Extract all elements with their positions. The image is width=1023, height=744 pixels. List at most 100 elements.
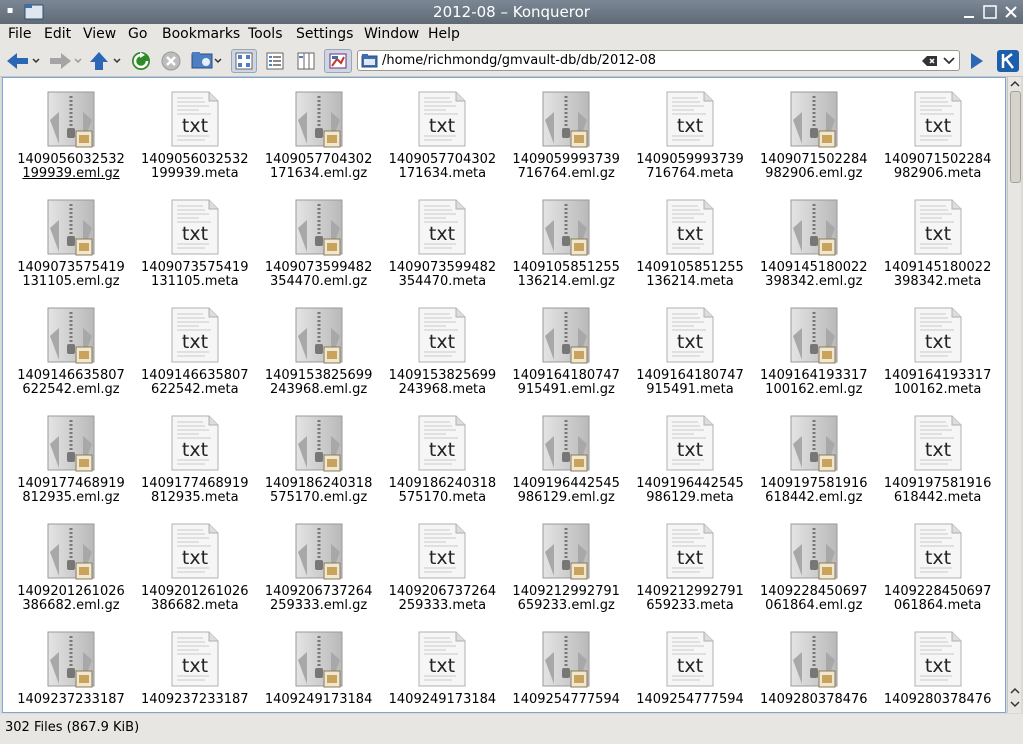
menu-bookmarks[interactable]: Bookmarks [162, 26, 240, 42]
menu-help[interactable]: Help [428, 26, 460, 42]
file-item[interactable]: 1409201261026 386682.eml.gz [10, 522, 132, 613]
archive-file-icon [47, 91, 95, 148]
file-item[interactable]: txt 1409057704302 171634.meta [381, 90, 503, 181]
icon-view-button[interactable] [231, 49, 257, 73]
file-name-line1: 1409073599482 [264, 260, 373, 275]
close-icon[interactable] [1002, 3, 1020, 21]
file-item[interactable]: txt 1409059993739 716764.meta [629, 90, 751, 181]
file-item[interactable]: 1409105851255 136214.eml.gz [505, 198, 627, 289]
file-item[interactable]: txt 1409164180747 915491.meta [629, 306, 751, 397]
file-name-line2: 622542.meta [151, 382, 239, 397]
menu-file[interactable]: File [8, 26, 31, 42]
go-button[interactable] [966, 49, 988, 73]
file-name: 1409073599482 354470.eml.gz [258, 261, 380, 289]
archive-file-icon [790, 631, 838, 688]
file-item[interactable]: txt 1409073599482 354470.meta [381, 198, 503, 289]
file-item[interactable]: 1409073599482 354470.eml.gz [258, 198, 380, 289]
file-item[interactable]: 1409280378476 [753, 630, 875, 707]
file-item[interactable]: txt 1409145180022 398342.meta [877, 198, 999, 289]
file-item[interactable]: txt 1409146635807 622542.meta [134, 306, 256, 397]
file-name: 1409196442545 986129.meta [629, 477, 751, 505]
menu-tools[interactable]: Tools [248, 26, 283, 42]
location-path[interactable]: /home/richmondg/gmvault-db/db/2012-08 [382, 53, 656, 68]
details-view-button[interactable] [262, 49, 288, 73]
file-name-line2: 171634.eml.gz [269, 166, 368, 181]
location-bar[interactable]: /home/richmondg/gmvault-db/db/2012-08 [357, 50, 960, 71]
file-name: 1409254777594 [505, 693, 627, 707]
columns-view-button[interactable] [293, 49, 319, 73]
menu-edit[interactable]: Edit [44, 26, 71, 42]
file-item[interactable]: 1409057704302 171634.eml.gz [258, 90, 380, 181]
file-item[interactable]: 1409153825699 243968.eml.gz [258, 306, 380, 397]
reload-button[interactable] [130, 49, 152, 73]
file-item[interactable]: 1409073575419 131105.eml.gz [10, 198, 132, 289]
file-item[interactable]: txt 1409237233187 [134, 630, 256, 707]
file-item[interactable]: txt 1409196442545 986129.meta [629, 414, 751, 505]
archive-file-icon [295, 415, 343, 472]
archive-file-icon [542, 523, 590, 580]
clear-text-icon[interactable] [922, 55, 938, 67]
file-item[interactable]: txt 1409073575419 131105.meta [134, 198, 256, 289]
file-item[interactable]: 1409254777594 [505, 630, 627, 707]
text-file-icon: txt [914, 91, 962, 147]
scrollbar-thumb[interactable] [1010, 91, 1021, 183]
forward-button[interactable] [46, 49, 84, 73]
file-item[interactable]: txt 1409206737264 259333.meta [381, 522, 503, 613]
file-name-line2: 915491.meta [646, 382, 734, 397]
file-name: 1409228450697 061864.eml.gz [753, 585, 875, 613]
file-item[interactable]: 1409164180747 915491.eml.gz [505, 306, 627, 397]
file-item[interactable]: 1409146635807 622542.eml.gz [10, 306, 132, 397]
file-item[interactable]: 1409249173184 [258, 630, 380, 707]
file-name-line1: 1409073575419 [141, 260, 249, 275]
preview-button[interactable] [324, 49, 352, 73]
file-item[interactable]: 1409196442545 986129.eml.gz [505, 414, 627, 505]
file-item[interactable]: 1409228450697 061864.eml.gz [753, 522, 875, 613]
file-item[interactable]: txt 1409164193317 100162.meta [877, 306, 999, 397]
file-name: 1409073575419 131105.eml.gz [10, 261, 132, 289]
scroll-up-icon[interactable] [1009, 78, 1021, 90]
chevron-down-icon[interactable] [943, 57, 955, 65]
network-folder-button[interactable] [190, 49, 224, 73]
file-item[interactable]: txt 1409254777594 [629, 630, 751, 707]
file-icon-view[interactable]: 1409056032532 199939.eml.gz txt 14090560325… [2, 77, 1006, 713]
scroll-up-icon[interactable] [1009, 685, 1021, 697]
menu-settings[interactable]: Settings [296, 26, 353, 42]
file-item[interactable]: txt 1409186240318 575170.meta [381, 414, 503, 505]
file-item[interactable]: 1409197581916 618442.eml.gz [753, 414, 875, 505]
menu-view[interactable]: View [83, 26, 116, 42]
file-item[interactable]: txt 1409177468919 812935.meta [134, 414, 256, 505]
menu-go[interactable]: Go [128, 26, 147, 42]
vertical-scrollbar[interactable] [1007, 77, 1021, 713]
menu-window[interactable]: Window [364, 26, 419, 42]
file-item[interactable]: txt 1409056032532 199939.meta [134, 90, 256, 181]
reload-icon [132, 52, 150, 70]
back-button[interactable] [4, 49, 42, 73]
file-item[interactable]: 1409177468919 812935.eml.gz [10, 414, 132, 505]
file-item[interactable]: 1409237233187 [10, 630, 132, 707]
maximize-icon[interactable] [981, 3, 999, 21]
file-item[interactable]: txt 1409228450697 061864.meta [877, 522, 999, 613]
file-item[interactable]: txt 1409212992791 659233.meta [629, 522, 751, 613]
file-item[interactable]: 1409071502284 982906.eml.gz [753, 90, 875, 181]
file-item[interactable]: txt 1409071502284 982906.meta [877, 90, 999, 181]
file-item[interactable]: txt 1409201261026 386682.meta [134, 522, 256, 613]
file-item[interactable]: txt 1409249173184 [381, 630, 503, 707]
file-item[interactable]: 1409164193317 100162.eml.gz [753, 306, 875, 397]
file-name-line1: 1409164180747 [512, 368, 620, 383]
file-item[interactable]: 1409145180022 398342.eml.gz [753, 198, 875, 289]
file-item[interactable]: 1409059993739 716764.eml.gz [505, 90, 627, 181]
file-item[interactable]: txt 1409105851255 136214.meta [629, 198, 751, 289]
title-bar[interactable]: ▪ 2012-08 – Konqueror [0, 0, 1023, 24]
stop-button[interactable] [160, 49, 182, 73]
scroll-down-icon[interactable] [1009, 698, 1021, 710]
svg-text:txt: txt [925, 655, 951, 677]
file-item[interactable]: 1409056032532 199939.eml.gz [10, 90, 132, 181]
file-item[interactable]: 1409186240318 575170.eml.gz [258, 414, 380, 505]
file-item[interactable]: 1409206737264 259333.eml.gz [258, 522, 380, 613]
minimize-icon[interactable] [960, 3, 978, 21]
file-item[interactable]: txt 1409197581916 618442.meta [877, 414, 999, 505]
up-button[interactable] [88, 49, 126, 73]
file-item[interactable]: txt 1409153825699 243968.meta [381, 306, 503, 397]
file-item[interactable]: 1409212992791 659233.eml.gz [505, 522, 627, 613]
file-item[interactable]: txt 1409280378476 [877, 630, 999, 707]
